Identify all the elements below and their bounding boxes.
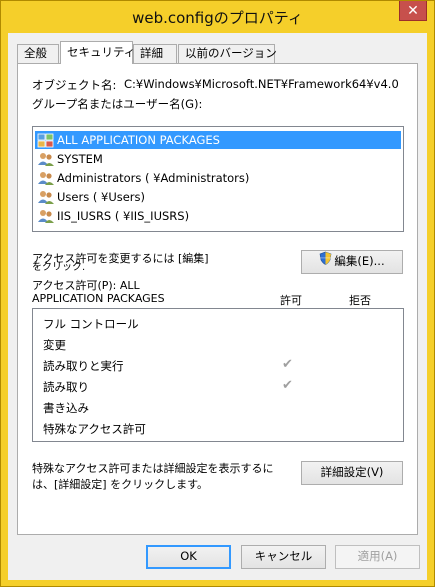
user-group-icon xyxy=(37,189,55,205)
permission-name: 読み取りと実行 xyxy=(43,359,124,373)
allow-check-icon: ✔ xyxy=(282,378,293,393)
principal-name: IIS_IUSRS ( ¥IIS_IUSRS) xyxy=(57,209,190,223)
permission-name: 書き込み xyxy=(43,401,89,415)
apply-button[interactable]: 適用(A) xyxy=(335,545,420,569)
window-title: web.configのプロパティ xyxy=(132,9,303,27)
list-item[interactable]: Administrators ( ¥Administrators) xyxy=(35,169,249,187)
permission-name: 変更 xyxy=(43,338,66,352)
object-name-label: オブジェクト名: xyxy=(32,78,117,92)
permission-row: 書き込み xyxy=(43,398,89,418)
edit-button[interactable]: 編集(E)... xyxy=(301,250,403,274)
user-group-icon xyxy=(37,208,55,224)
list-item[interactable]: ALL APPLICATION PACKAGES xyxy=(35,131,401,149)
tab-details[interactable]: 詳細 xyxy=(133,44,177,63)
user-group-icon xyxy=(37,151,55,167)
close-button[interactable]: ✕ xyxy=(399,1,427,21)
advanced-text: 特殊なアクセス許可または詳細設定を表示するに xyxy=(32,462,274,475)
dialog-client: 全般 セキュリティ 詳細 以前のバージョン オブジェクト名: C:¥Window… xyxy=(8,33,427,580)
edit-button-label: 編集(E)... xyxy=(334,254,385,268)
cancel-button[interactable]: キャンセル xyxy=(241,545,326,569)
permission-name: 特殊なアクセス許可 xyxy=(43,422,146,436)
shield-icon xyxy=(319,251,332,272)
permission-row: フル コントロール xyxy=(43,314,139,334)
tab-previous-versions[interactable]: 以前のバージョン xyxy=(178,44,277,63)
list-item[interactable]: Users ( ¥Users) xyxy=(35,188,145,206)
principal-name: ALL APPLICATION PACKAGES xyxy=(57,133,220,147)
permission-row: 読み取りと実行 xyxy=(43,356,124,376)
permission-row: 変更 xyxy=(43,335,66,355)
permissions-for-label: アクセス許可(P): ALL xyxy=(32,279,140,292)
groups-label: グループ名またはユーザー名(G): xyxy=(32,97,203,111)
object-name-value: C:¥Windows¥Microsoft.NET¥Framework64¥v4.… xyxy=(124,77,399,91)
title-bar[interactable]: web.configのプロパティ ✕ xyxy=(1,1,434,33)
permissions-list[interactable]: フル コントロール 変更 読み取りと実行 ✔ 読み取り ✔ 書き込み 特殊なアク… xyxy=(32,308,404,442)
permission-name: フル コントロール xyxy=(43,317,139,331)
permission-name: 読み取り xyxy=(43,380,89,394)
deny-column-header: 拒否 xyxy=(349,294,371,307)
change-permission-text-2: をクリック. xyxy=(32,262,86,273)
app-packages-icon xyxy=(37,132,55,148)
ok-button[interactable]: OK xyxy=(146,545,231,569)
allow-check-icon: ✔ xyxy=(282,357,293,372)
principals-list[interactable]: ALL APPLICATION PACKAGES SYSTEM Administ… xyxy=(32,126,404,232)
advanced-text-2: は、[詳細設定] をクリックします。 xyxy=(32,478,208,491)
properties-window: web.configのプロパティ ✕ 全般 セキュリティ 詳細 以前のバージョン… xyxy=(0,0,435,587)
list-item[interactable]: SYSTEM xyxy=(35,150,103,168)
tab-security[interactable]: セキュリティ xyxy=(60,41,135,64)
permissions-for-principal: APPLICATION PACKAGES xyxy=(32,292,165,305)
permission-row: 特殊なアクセス許可 xyxy=(43,419,146,439)
principal-name: Users ( ¥Users) xyxy=(57,190,146,204)
security-panel: オブジェクト名: C:¥Windows¥Microsoft.NET¥Framew… xyxy=(17,63,418,535)
principal-name: Administrators ( ¥Administrators) xyxy=(57,171,250,185)
allow-column-header: 許可 xyxy=(280,294,302,307)
permission-row: 読み取り xyxy=(43,377,89,397)
tab-general[interactable]: 全般 xyxy=(17,44,59,63)
list-item[interactable]: IIS_IUSRS ( ¥IIS_IUSRS) xyxy=(35,207,189,225)
principal-name: SYSTEM xyxy=(57,152,103,166)
advanced-button[interactable]: 詳細設定(V) xyxy=(301,461,403,485)
user-group-icon xyxy=(37,170,55,186)
